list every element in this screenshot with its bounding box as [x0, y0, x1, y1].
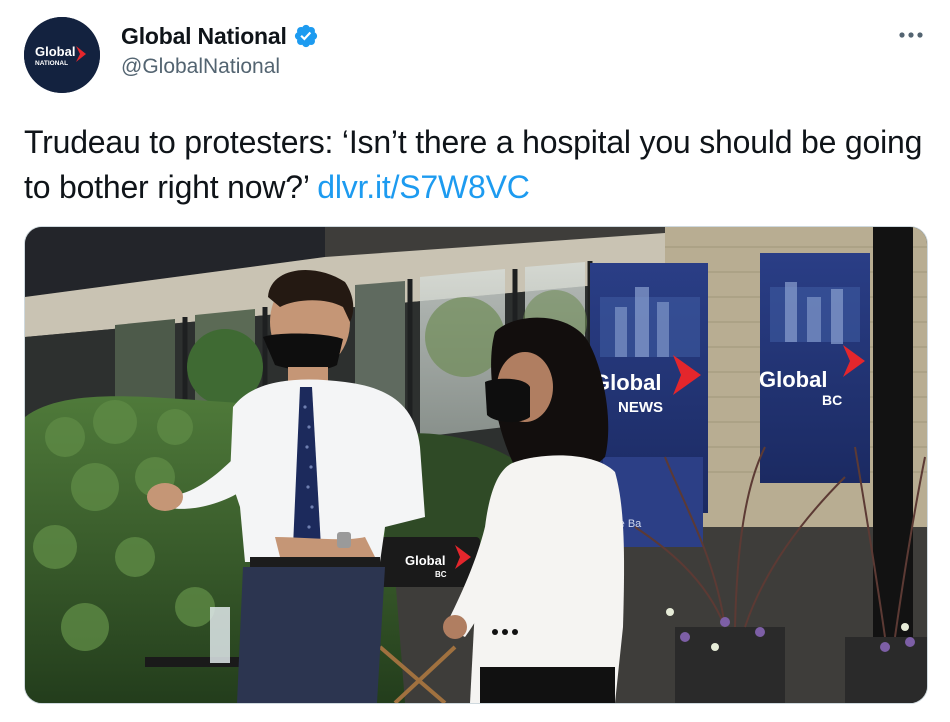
name-row: Global National	[121, 22, 319, 50]
chair-subtitle: BC	[435, 570, 447, 579]
avatar[interactable]: Global NATIONAL	[24, 17, 100, 93]
account-handle[interactable]: @GlobalNational	[121, 55, 280, 79]
verified-badge-icon	[293, 23, 319, 49]
sign-right-subtitle: BC	[822, 392, 842, 408]
avatar-logo-text: Global	[35, 44, 75, 59]
tweet-text: Trudeau to protesters: ‘Isn’t there a ho…	[24, 120, 924, 210]
tweet: Global NATIONAL Global National @GlobalN…	[0, 0, 950, 722]
tweet-link[interactable]: dlvr.it/S7W8VC	[317, 169, 530, 205]
chair-title: Global	[405, 553, 445, 568]
avatar-logo-subtext: NATIONAL	[35, 60, 68, 67]
sign-left-subtitle: NEWS	[618, 399, 663, 416]
global-national-logo: Global NATIONAL	[24, 17, 100, 93]
more-dots-icon[interactable]	[896, 22, 926, 48]
photo-scene: Global NEWS Global BC re Ba Global BC	[25, 227, 927, 703]
tweet-photo[interactable]: Global NEWS Global BC re Ba Global BC	[24, 226, 928, 704]
display-name[interactable]: Global National	[121, 23, 287, 50]
sign-right-title: Global	[759, 367, 827, 392]
